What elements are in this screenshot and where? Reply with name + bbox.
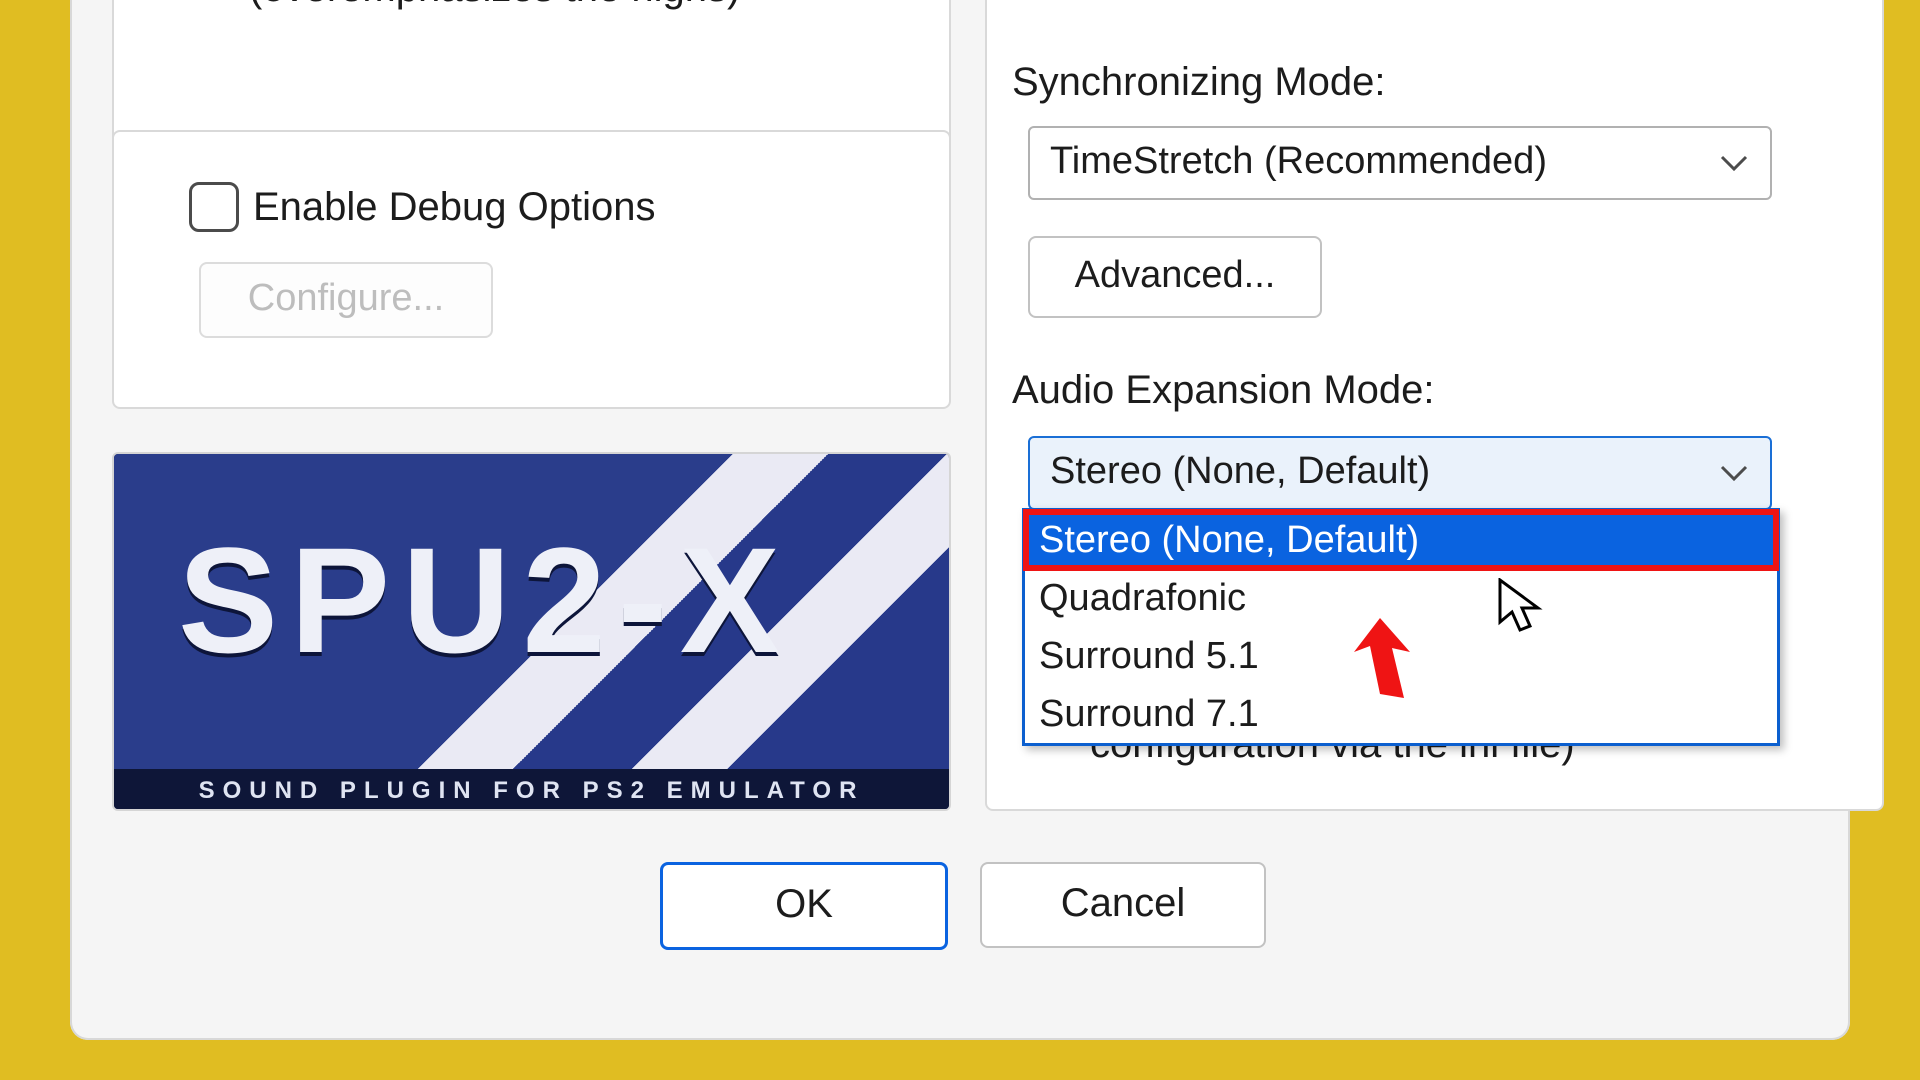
audio-expansion-mode-dropdown[interactable]: Stereo (None, Default) xyxy=(1028,436,1772,510)
audio-expansion-value: Stereo (None, Default) xyxy=(1050,450,1430,492)
cancel-button[interactable]: Cancel xyxy=(980,862,1266,948)
synchronizing-mode-dropdown[interactable]: TimeStretch (Recommended) xyxy=(1028,126,1772,200)
checkbox-icon xyxy=(189,182,239,232)
dialog-window: (overemphasizes the highs) Enable Debug … xyxy=(70,0,1850,1040)
logo-tagline: SOUND PLUGIN FOR PS2 EMULATOR xyxy=(114,777,949,805)
annotation-arrow-icon xyxy=(1350,618,1420,713)
enable-debug-checkbox[interactable]: Enable Debug Options xyxy=(189,182,656,232)
configure-button: Configure... xyxy=(199,262,493,338)
enable-debug-label: Enable Debug Options xyxy=(253,185,656,230)
logo-title: SPU2-X xyxy=(178,514,792,687)
audio-expansion-mode-label: Audio Expansion Mode: xyxy=(1012,368,1435,413)
sync-mode-value: TimeStretch (Recommended) xyxy=(1050,140,1547,182)
ok-button[interactable]: OK xyxy=(660,862,948,950)
screenshot-root: (overemphasizes the highs) Enable Debug … xyxy=(0,0,1920,1080)
option-stereo-default[interactable]: Stereo (None, Default) xyxy=(1025,511,1777,569)
chevron-down-icon xyxy=(1720,154,1748,172)
synchronizing-mode-label: Synchronizing Mode: xyxy=(1012,60,1386,105)
chevron-down-icon xyxy=(1720,464,1748,482)
overemphasize-note: (overemphasizes the highs) xyxy=(249,0,740,11)
cursor-icon xyxy=(1498,578,1548,643)
advanced-button[interactable]: Advanced... xyxy=(1028,236,1322,318)
debug-options-panel: Enable Debug Options Configure... xyxy=(112,130,951,409)
spu2x-logo: SPU2-X SOUND PLUGIN FOR PS2 EMULATOR xyxy=(112,452,951,811)
